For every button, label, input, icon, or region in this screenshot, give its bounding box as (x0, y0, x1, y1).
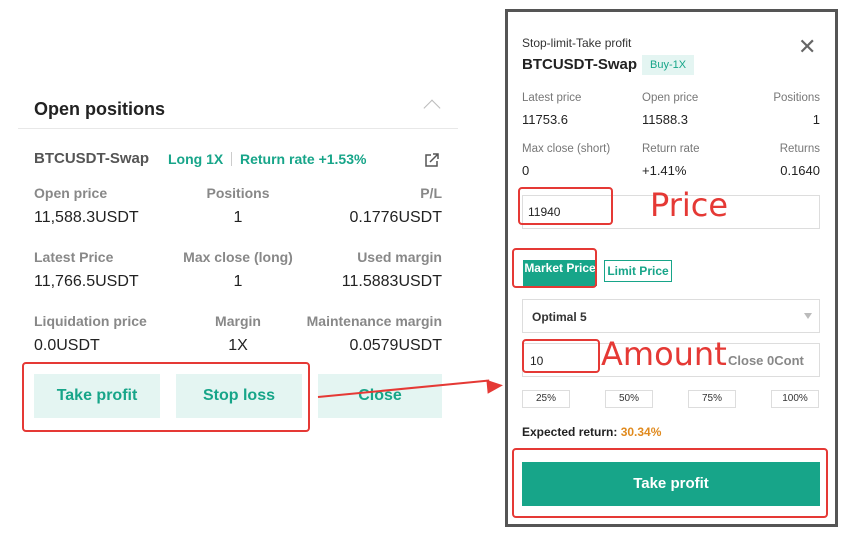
positions-label: Positions (773, 92, 820, 104)
dialog-subtitle: Stop-limit-Take profit (522, 36, 632, 50)
maintenance-margin-value: 0.0579USDT (349, 337, 443, 354)
maintenance-margin-label: Maintenance margin (306, 313, 442, 329)
pl-label: P/L (420, 185, 442, 201)
dropdown-triangle-icon (804, 313, 812, 319)
percent-25-button[interactable]: 25% (522, 390, 570, 408)
price-highlight-box (518, 187, 613, 225)
used-margin-label: Used margin (357, 249, 442, 265)
expected-return: Expected return: 30.34% (522, 425, 661, 439)
used-margin-value: 11.5883USDT (341, 273, 442, 290)
dialog-symbol: BTCUSDT-Swap (522, 56, 638, 73)
open-positions-title: Open positions (34, 99, 166, 119)
expected-return-value: 30.34% (620, 425, 662, 439)
close-cont-hint: Close 0Cont (728, 353, 804, 368)
share-icon[interactable] (424, 152, 440, 168)
open-price-value: 11588.3 (642, 112, 689, 127)
direction-badge: Buy-1X (642, 55, 695, 75)
leverage-badge: Long 1X (168, 151, 224, 167)
open-price-label: Open price (34, 185, 108, 201)
liquidation-price-label: Liquidation price (34, 313, 147, 329)
percent-75-button[interactable]: 75% (688, 390, 736, 408)
submit-highlight-box (512, 448, 828, 518)
liquidation-price-value: 0.0USDT (34, 337, 100, 354)
positions-value: 1 (812, 112, 820, 127)
amount-annotation: Amount (601, 335, 727, 373)
optimal-select-value: Optimal 5 (532, 310, 587, 324)
open-price-value: 11,588.3USDT (34, 209, 139, 226)
return-rate-label: Return rate (642, 143, 700, 155)
return-rate: Return rate +1.53% (240, 151, 367, 167)
percent-100-button[interactable]: 100% (771, 390, 819, 408)
pl-value: 0.1776USDT (349, 209, 443, 226)
returns-value: 0.1640 (780, 163, 820, 178)
separator (231, 152, 232, 166)
amount-highlight-box (522, 339, 600, 373)
latest-price-label: Latest price (522, 92, 582, 104)
latest-price-value: 11,766.5USDT (34, 273, 139, 290)
latest-price-label: Latest Price (34, 249, 114, 265)
percent-50-button[interactable]: 50% (605, 390, 653, 408)
arrow-head (486, 378, 504, 394)
returns-label: Returns (779, 143, 820, 155)
price-annotation: Price (650, 186, 729, 224)
max-close-value: 0 (522, 163, 530, 178)
return-rate-value: +1.41% (642, 163, 687, 178)
expected-return-label: Expected return: (522, 425, 618, 439)
max-close-label: Max close (short) (522, 143, 611, 155)
highlight-box (22, 362, 310, 432)
chevron-up-icon[interactable] (423, 99, 441, 117)
market-price-highlight-box (512, 248, 597, 288)
close-icon[interactable]: ✕ (798, 34, 816, 60)
open-price-label: Open price (642, 92, 699, 104)
limit-price-button[interactable]: Limit Price (604, 260, 672, 282)
position-symbol: BTCUSDT-Swap (34, 150, 150, 167)
latest-price-value: 11753.6 (522, 112, 569, 127)
divider (18, 128, 458, 129)
